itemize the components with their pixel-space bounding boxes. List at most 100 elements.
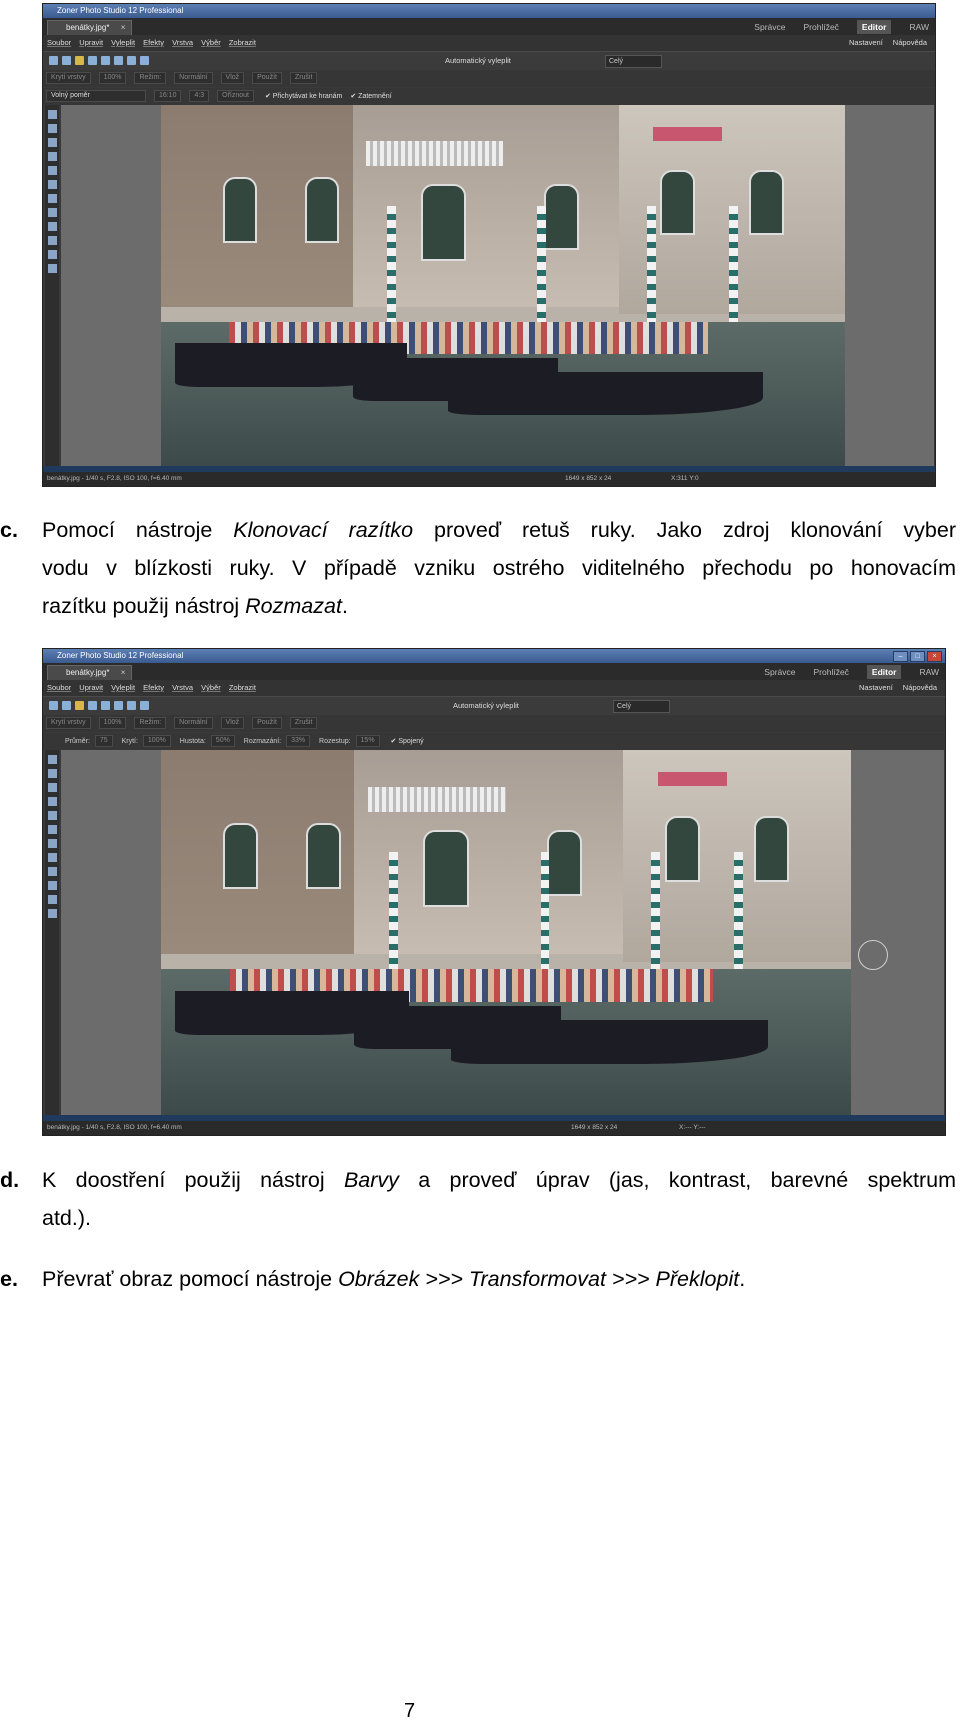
blur-value[interactable]: 33% xyxy=(286,735,311,748)
insert-button[interactable]: Vlož xyxy=(220,717,245,730)
text-tool-icon[interactable] xyxy=(47,909,57,918)
crop-tool-icon[interactable] xyxy=(47,783,57,792)
opacity-value[interactable]: 100% xyxy=(142,735,171,748)
menu-settings[interactable]: Nastavení xyxy=(849,35,883,51)
blur-tool-icon[interactable] xyxy=(47,881,57,890)
menu-help[interactable]: Nápověda xyxy=(903,680,937,696)
clone-tool-icon[interactable] xyxy=(47,222,57,231)
hand-tool-icon[interactable] xyxy=(47,769,57,778)
hand-tool-icon[interactable] xyxy=(47,124,57,133)
image-canvas[interactable] xyxy=(61,105,934,466)
menu-selection[interactable]: Výběr xyxy=(201,683,221,692)
menu-help[interactable]: Nápověda xyxy=(893,35,927,51)
apply-button[interactable]: Použít xyxy=(252,717,282,730)
undo-icon[interactable] xyxy=(49,701,58,710)
zoom-combo[interactable]: Celý xyxy=(605,55,662,68)
save-icon[interactable] xyxy=(88,56,97,65)
zoom-tool-icon[interactable] xyxy=(47,755,57,764)
apply-button[interactable]: Použít xyxy=(252,72,282,85)
menu-fill[interactable]: Vyleplit xyxy=(111,683,135,692)
clone-tool-icon[interactable] xyxy=(47,867,57,876)
copy-icon[interactable] xyxy=(114,701,123,710)
menu-file[interactable]: Soubor xyxy=(47,38,71,47)
opacity-value[interactable]: 100% xyxy=(98,72,127,85)
menu-layer[interactable]: Vrstva xyxy=(172,38,193,47)
autofill-button[interactable]: Automatický vyleplit xyxy=(445,52,511,70)
paste-icon[interactable] xyxy=(127,56,136,65)
snap-checkbox[interactable]: ✔ Přichytávat ke hranám xyxy=(265,93,342,100)
menu-edit[interactable]: Upravit xyxy=(79,683,103,692)
straighten-tool-icon[interactable] xyxy=(47,797,57,806)
darken-checkbox[interactable]: ✔ Zatemnění xyxy=(350,93,391,100)
ratio-select[interactable]: Volný poměr xyxy=(46,90,146,103)
close-icon[interactable]: × xyxy=(121,21,126,35)
straighten-tool-icon[interactable] xyxy=(47,152,57,161)
open-icon[interactable] xyxy=(75,701,84,710)
levels-tool-icon[interactable] xyxy=(47,166,57,175)
redo-icon[interactable] xyxy=(62,56,71,65)
minimize-icon[interactable]: – xyxy=(893,651,908,662)
spacing-value[interactable]: 15% xyxy=(355,735,380,748)
menu-edit[interactable]: Upravit xyxy=(79,38,103,47)
mode-raw[interactable]: RAW xyxy=(909,20,929,34)
crop-tool-icon[interactable] xyxy=(47,138,57,147)
document-tab[interactable]: benátky.jpg* × xyxy=(47,665,133,680)
print-icon[interactable] xyxy=(101,56,110,65)
paste-icon[interactable] xyxy=(127,701,136,710)
history-icon[interactable] xyxy=(140,701,149,710)
menu-file[interactable]: Soubor xyxy=(47,683,71,692)
autofill-button[interactable]: Automatický vyleplit xyxy=(453,697,519,715)
image-canvas[interactable] xyxy=(61,750,944,1115)
mode-raw[interactable]: RAW xyxy=(919,665,939,679)
brush-tool-icon[interactable] xyxy=(47,895,57,904)
save-icon[interactable] xyxy=(88,701,97,710)
mode-manager[interactable]: Správce xyxy=(754,20,785,34)
maximize-icon[interactable]: □ xyxy=(910,651,925,662)
brush-tool-icon[interactable] xyxy=(47,250,57,259)
menu-fill[interactable]: Vyleplit xyxy=(111,38,135,47)
blur-tool-icon[interactable] xyxy=(47,236,57,245)
close-icon[interactable]: × xyxy=(927,651,942,662)
color-tool-icon[interactable] xyxy=(47,180,57,189)
mode-value[interactable]: Normální xyxy=(174,72,213,85)
undo-icon[interactable] xyxy=(49,56,58,65)
retouch-tool-icon[interactable] xyxy=(47,208,57,217)
cancel-button[interactable]: Zrušit xyxy=(289,72,318,85)
menu-settings[interactable]: Nastavení xyxy=(859,680,893,696)
mode-browser[interactable]: Prohlížeč xyxy=(813,665,848,679)
copy-icon[interactable] xyxy=(114,56,123,65)
density-value[interactable]: 50% xyxy=(210,735,235,748)
redeye-tool-icon[interactable] xyxy=(47,839,57,848)
mode-manager[interactable]: Správce xyxy=(764,665,795,679)
diameter-value[interactable]: 75 xyxy=(94,735,113,748)
document-tab[interactable]: benátky.jpg* × xyxy=(47,20,133,35)
levels-tool-icon[interactable] xyxy=(47,811,57,820)
retouch-tool-icon[interactable] xyxy=(47,853,57,862)
menu-view[interactable]: Zobrazit xyxy=(229,683,256,692)
color-tool-icon[interactable] xyxy=(47,825,57,834)
redo-icon[interactable] xyxy=(62,701,71,710)
insert-button[interactable]: Vlož xyxy=(220,72,245,85)
opacity-value[interactable]: 100% xyxy=(98,717,127,730)
mode-editor[interactable]: Editor xyxy=(856,20,892,34)
crop-button[interactable]: Oříznout xyxy=(217,90,254,103)
close-icon[interactable]: × xyxy=(121,666,126,680)
menu-layer[interactable]: Vrstva xyxy=(172,683,193,692)
zoom-tool-icon[interactable] xyxy=(47,110,57,119)
mode-browser[interactable]: Prohlížeč xyxy=(803,20,838,34)
zoom-combo[interactable]: Celý xyxy=(613,700,670,713)
print-icon[interactable] xyxy=(101,701,110,710)
redeye-tool-icon[interactable] xyxy=(47,194,57,203)
mode-value[interactable]: Normální xyxy=(174,717,213,730)
ratio-width[interactable]: 16:10 xyxy=(153,90,182,103)
ratio-height[interactable]: 4:3 xyxy=(189,90,210,103)
mode-editor[interactable]: Editor xyxy=(866,665,902,679)
aligned-checkbox[interactable]: ✔ Spojený xyxy=(391,738,424,745)
text-tool-icon[interactable] xyxy=(47,264,57,273)
menu-selection[interactable]: Výběr xyxy=(201,38,221,47)
menu-view[interactable]: Zobrazit xyxy=(229,38,256,47)
menu-effects[interactable]: Efekty xyxy=(143,683,164,692)
history-icon[interactable] xyxy=(140,56,149,65)
open-icon[interactable] xyxy=(75,56,84,65)
cancel-button[interactable]: Zrušit xyxy=(289,717,318,730)
